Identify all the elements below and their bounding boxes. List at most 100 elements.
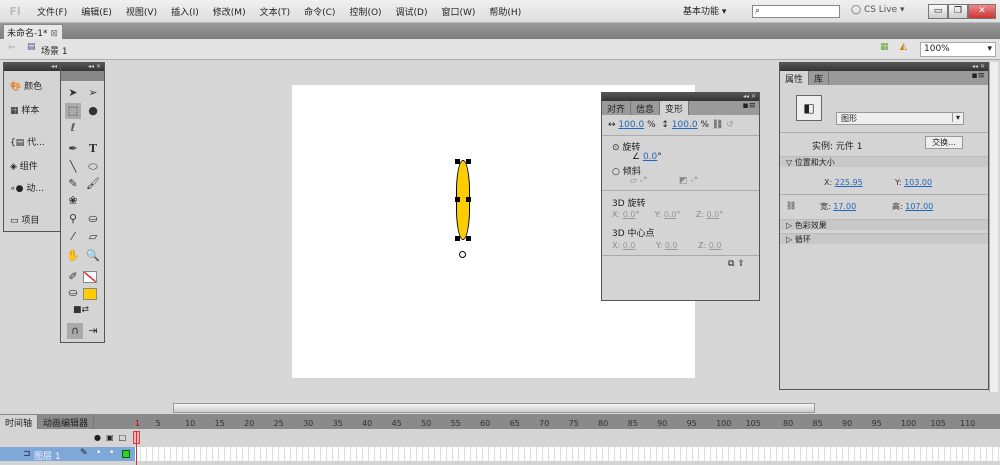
section-position-size[interactable]: ▽ 位置和大小 xyxy=(780,156,988,167)
transform-handle[interactable] xyxy=(455,159,460,164)
menu-debug[interactable]: 调试(D) xyxy=(389,5,435,18)
selection-tool-icon[interactable]: ➤ xyxy=(65,85,81,101)
skew-radio[interactable]: ○ xyxy=(612,167,620,177)
close-button[interactable]: ✕ xyxy=(968,4,996,19)
tab-properties[interactable]: 属性 xyxy=(780,71,810,85)
section-color-effect[interactable]: ▷ 色彩效果 xyxy=(780,219,988,230)
deco-tool-icon[interactable]: ❀ xyxy=(65,193,81,209)
panel-actions[interactable]: {▤ 代... xyxy=(10,135,45,148)
menu-modify[interactable]: 修改(M) xyxy=(206,5,253,18)
panel-motion-presets[interactable]: ∘● 动... xyxy=(10,181,44,194)
paint-bucket-tool-icon[interactable]: ⛀ xyxy=(85,211,101,227)
transform-handle[interactable] xyxy=(455,236,460,241)
center3d-x[interactable]: 0.0 xyxy=(623,241,636,250)
tab-info[interactable]: 信息 xyxy=(631,101,661,115)
tab-transform[interactable]: 变形 xyxy=(660,101,690,115)
width-value[interactable]: 17.00 xyxy=(833,202,856,211)
scale-width-value[interactable]: 100.0 xyxy=(618,120,644,130)
center3d-y[interactable]: 0.0 xyxy=(665,241,678,250)
skew-v-value[interactable]: - xyxy=(690,176,693,186)
layer-row[interactable]: ⊐ 图层 1 ✎ • • xyxy=(0,447,135,462)
fill-color-swatch[interactable] xyxy=(83,288,97,300)
panel-header[interactable]: ◂◂ xyxy=(4,63,60,71)
rotate-radio[interactable]: ⊙ xyxy=(612,143,620,153)
oval-tool-icon[interactable]: ⬭ xyxy=(85,159,101,175)
menu-insert[interactable]: 插入(I) xyxy=(164,5,206,18)
document-tab[interactable]: 未命名-1* ⊠ xyxy=(3,24,63,39)
properties-scrollbar[interactable] xyxy=(989,62,998,392)
layer-color-swatch[interactable] xyxy=(122,450,130,458)
edit-scene-icon[interactable]: ▦ xyxy=(880,42,889,52)
rot3d-z[interactable]: 0.0 xyxy=(707,210,720,219)
pencil-tool-icon[interactable]: ✎ xyxy=(65,176,81,192)
swap-button[interactable]: 交换... xyxy=(925,136,963,149)
skew-h-value[interactable]: - xyxy=(640,176,643,186)
panel-components[interactable]: ◈ 组件 xyxy=(10,159,38,172)
panel-header[interactable]: ◂◂ ✕ xyxy=(780,63,988,71)
back-arrow-icon[interactable]: ⇐ xyxy=(8,43,16,53)
y-value[interactable]: 103.00 xyxy=(904,178,932,187)
reset-icon[interactable]: ↺ xyxy=(726,120,734,130)
duplicate-transform-icon[interactable]: ⧉ xyxy=(728,259,734,269)
minimize-button[interactable]: ▭ xyxy=(928,4,948,19)
lasso-tool-icon[interactable]: ℓ xyxy=(65,120,81,136)
transform-handle[interactable] xyxy=(466,159,471,164)
section-loop[interactable]: ▷ 循环 xyxy=(780,233,988,244)
hand-tool-icon[interactable]: ✋ xyxy=(65,248,81,264)
pen-tool-icon[interactable]: ✒ xyxy=(65,141,81,157)
cs-live-button[interactable]: ◯ CS Live ▾ xyxy=(851,5,905,15)
tab-timeline[interactable]: 时间轴 xyxy=(0,415,39,429)
workspace-switcher[interactable]: 基本功能 ▾ xyxy=(683,4,726,17)
menu-commands[interactable]: 命令(C) xyxy=(297,5,342,18)
panel-menu-icon[interactable]: ▪≡ xyxy=(689,101,759,115)
constrain-icon[interactable]: ⛓ xyxy=(712,120,723,130)
stage-horizontal-scrollbar[interactable] xyxy=(173,403,815,413)
lock-dot[interactable]: • xyxy=(109,448,114,458)
text-tool-icon[interactable]: T xyxy=(85,141,101,157)
transform-point[interactable] xyxy=(459,251,466,258)
x-value[interactable]: 225.95 xyxy=(835,178,863,187)
search-input[interactable]: ⌕ xyxy=(752,5,840,18)
menu-view[interactable]: 视图(V) xyxy=(119,5,164,18)
line-tool-icon[interactable]: ╲ xyxy=(65,159,81,175)
lock-icon[interactable]: ▣ xyxy=(106,433,114,442)
rotate-value[interactable]: 0.0 xyxy=(643,152,657,162)
bone-tool-icon[interactable]: ⚲ xyxy=(65,211,81,227)
brush-tool-icon[interactable]: 🖌 xyxy=(85,176,101,192)
rot3d-x[interactable]: 0.0 xyxy=(623,210,636,219)
zoom-tool-icon[interactable]: 🔍 xyxy=(85,248,101,264)
lock-ratio-icon[interactable]: ⛓ xyxy=(786,201,796,210)
tab-library[interactable]: 库 xyxy=(809,71,830,85)
layer-name[interactable]: 图层 1 xyxy=(34,449,61,462)
menu-edit[interactable]: 编辑(E) xyxy=(74,5,119,18)
center3d-z[interactable]: 0.0 xyxy=(709,241,722,250)
3d-rotation-tool-icon[interactable]: ● xyxy=(85,103,101,119)
panel-header[interactable]: ◂◂ ✕ xyxy=(602,93,759,101)
menu-control[interactable]: 控制(O) xyxy=(342,5,388,18)
panel-project[interactable]: ▭ 项目 xyxy=(10,213,39,226)
transform-handle[interactable] xyxy=(466,197,471,202)
zoom-select[interactable]: 100% ▾ xyxy=(920,42,996,57)
tab-align[interactable]: 对齐 xyxy=(602,101,632,115)
edit-symbol-icon[interactable]: ◭ xyxy=(900,42,907,52)
panel-menu-icon[interactable]: ▪≡ xyxy=(829,71,988,85)
frame-grid[interactable] xyxy=(135,447,1000,461)
smooth-icon[interactable]: ⇥ xyxy=(85,323,101,339)
swap-colors-icon[interactable]: ■⇄ xyxy=(73,302,89,318)
close-icon[interactable]: ⊠ xyxy=(50,29,58,39)
snap-to-objects-icon[interactable]: ∩ xyxy=(67,323,83,339)
remove-transform-icon[interactable]: ⇪ xyxy=(737,259,745,269)
eyedropper-tool-icon[interactable]: ⁄ xyxy=(65,229,81,245)
tab-motion-editor[interactable]: 动画编辑器 xyxy=(38,415,95,429)
eye-icon[interactable]: ● xyxy=(94,433,101,442)
visible-dot[interactable]: • xyxy=(96,448,101,458)
transform-handle[interactable] xyxy=(466,236,471,241)
restore-button[interactable]: ❐ xyxy=(948,4,968,19)
stroke-color-swatch[interactable] xyxy=(83,271,97,283)
eraser-tool-icon[interactable]: ▱ xyxy=(85,229,101,245)
menu-help[interactable]: 帮助(H) xyxy=(482,5,528,18)
panel-swatches[interactable]: ▦ 样本 xyxy=(10,103,39,116)
scale-height-value[interactable]: 100.0 xyxy=(672,120,698,130)
subselection-tool-icon[interactable]: ➢ xyxy=(85,85,101,101)
height-value[interactable]: 107.00 xyxy=(905,202,933,211)
